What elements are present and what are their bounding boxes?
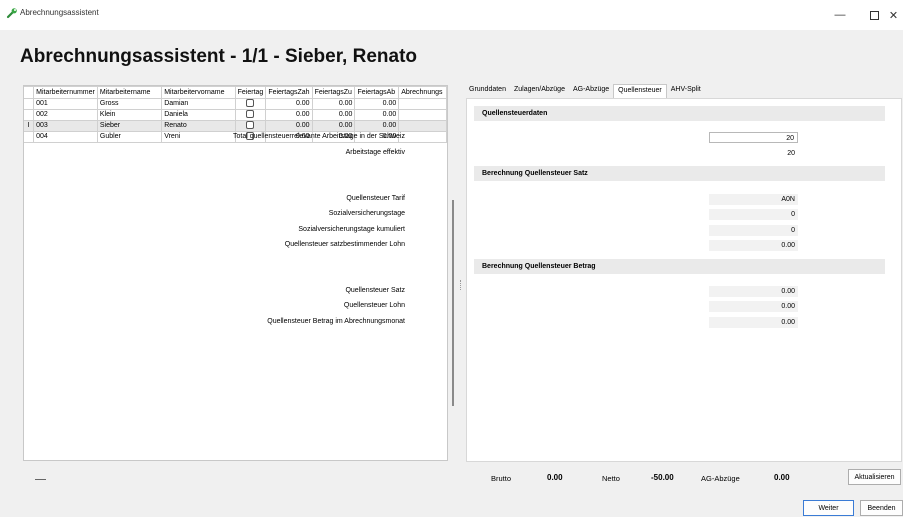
cell-mitarbeiternummer[interactable]: 003 — [33, 120, 98, 132]
betrag-abrechnungsmonat-value: 0.00 — [709, 317, 798, 328]
sozialversicherungstage-value: 0 — [709, 209, 798, 220]
column-header[interactable]: Abrechnungs — [398, 86, 447, 99]
cell-feiertagszu[interactable]: 0.00 — [311, 109, 356, 121]
column-header[interactable]: Mitarbeitervorname — [161, 86, 236, 99]
tab-grunddaten[interactable]: Grunddaten — [465, 84, 510, 98]
aktualisieren-button[interactable]: Aktualisieren — [848, 469, 901, 485]
brutto-value: 0.00 — [547, 473, 563, 482]
tab-ahv-split[interactable]: AHV-Split — [667, 84, 705, 98]
maximize-icon — [869, 10, 879, 20]
vertical-scrollbar[interactable] — [452, 200, 454, 406]
column-header[interactable]: FeiertagsZah — [265, 86, 313, 99]
splitter-handle[interactable] — [460, 280, 462, 290]
cell-feiertagszah[interactable]: 0.00 — [265, 120, 313, 132]
cell-feiertagszah[interactable]: 0.00 — [265, 98, 313, 110]
quellensteuer-tarif-value: A0N — [709, 194, 798, 205]
quellensteuer-panel — [466, 98, 902, 462]
cell-mitarbeiternummer[interactable]: 002 — [33, 109, 98, 121]
section-header-quellensteuerdaten: Quellensteuerdaten — [474, 106, 885, 121]
cell-abrechnung[interactable] — [398, 131, 447, 143]
tab-ag-abzuege[interactable]: AG-Abzüge — [569, 84, 613, 98]
minimize-button[interactable]: — — [823, 0, 857, 30]
row-indicator — [24, 109, 35, 121]
cell-feiertagsab[interactable]: 0.00 — [354, 120, 400, 132]
cell-mitarbeiternummer[interactable]: 004 — [33, 131, 98, 143]
tab-zulagen-abzuege[interactable]: Zulagen/Abzüge — [510, 84, 569, 98]
cell-feiertagszu[interactable]: 0.00 — [311, 98, 356, 110]
label-sozialversicherungstage: Sozialversicherungstage — [328, 210, 405, 217]
cell-feiertagsab[interactable]: 0.00 — [354, 109, 400, 121]
cell-feiertag — [234, 109, 267, 121]
total-arbeitstage-field[interactable]: 20 — [709, 132, 798, 143]
cell-mitarbeitervorname[interactable]: Damian — [161, 98, 236, 110]
quellensteuer-lohn-value: 0.00 — [709, 301, 798, 312]
row-indicator — [24, 131, 35, 143]
column-header[interactable]: FeiertagsAb — [354, 86, 400, 99]
feiertag-checkbox[interactable] — [246, 110, 255, 119]
label-sozialversicherungstage-kumuliert: Sozialversicherungstage kumuliert — [298, 226, 405, 233]
table-row-selected[interactable]: I 003 Sieber Renato 0.00 0.00 0.00 — [24, 120, 447, 132]
netto-value: -50.00 — [651, 473, 674, 482]
table-row[interactable]: 001 Gross Damian 0.00 0.00 0.00 — [24, 98, 447, 110]
page-title: Abrechnungsassistent - 1/1 - Sieber, Ren… — [20, 46, 417, 67]
cell-mitarbeitername[interactable]: Gross — [96, 98, 163, 110]
cell-abrechnung[interactable] — [398, 109, 447, 121]
grid-header-row: Mitarbeiternummer Mitarbeitername Mitarb… — [24, 86, 447, 99]
tab-bar: Grunddaten Zulagen/Abzüge AG-Abzüge Quel… — [465, 84, 705, 98]
arbeitstage-effektiv-value: 20 — [787, 150, 795, 157]
cell-mitarbeitervorname[interactable]: Daniela — [161, 109, 236, 121]
wrench-icon — [6, 8, 17, 19]
row-indicator: I — [24, 120, 35, 132]
feiertag-checkbox[interactable] — [246, 99, 255, 108]
feiertag-checkbox[interactable] — [246, 121, 255, 130]
cell-feiertag — [234, 98, 267, 110]
table-row[interactable]: 002 Klein Daniela 0.00 0.00 0.00 — [24, 109, 447, 121]
cell-mitarbeitername[interactable]: Klein — [96, 109, 163, 121]
window-title: Abrechnungsassistent — [20, 8, 99, 17]
label-quellensteuer-tarif: Quellensteuer Tarif — [346, 195, 405, 202]
tab-quellensteuer[interactable]: Quellensteuer — [613, 84, 667, 98]
quellensteuer-satz-value: 0.00 — [709, 286, 798, 297]
title-bar: Abrechnungsassistent — ✕ — [0, 0, 903, 30]
column-header[interactable]: FeiertagsZu — [311, 86, 356, 99]
cell-mitarbeitervorname[interactable]: Renato — [161, 120, 236, 132]
weiter-button[interactable]: Weiter — [803, 500, 854, 516]
cell-feiertagszu[interactable]: 0.00 — [311, 120, 356, 132]
cell-abrechnung[interactable] — [398, 98, 447, 110]
satzbestimmender-lohn-value: 0.00 — [709, 240, 798, 251]
brutto-label: Brutto — [491, 474, 512, 483]
row-indicator — [24, 98, 35, 110]
label-betrag-abrechnungsmonat: Quellensteuer Betrag im Abrechnungsmonat — [267, 318, 405, 325]
label-quellensteuer-satz: Quellensteuer Satz — [345, 287, 405, 294]
label-total-arbeitstage: Total quellensteuerrelevante Arbeitstage… — [233, 133, 405, 140]
column-header[interactable]: Mitarbeiternummer — [33, 86, 98, 99]
ag-abzuege-label: AG-Abzüge — [701, 474, 740, 483]
cell-feiertagsab[interactable]: 0.00 — [354, 98, 400, 110]
cell-abrechnung[interactable] — [398, 120, 447, 132]
cell-feiertag — [234, 120, 267, 132]
cell-mitarbeitername[interactable]: Sieber — [96, 120, 163, 132]
beenden-button[interactable]: Beenden — [860, 500, 903, 516]
label-quellensteuer-lohn: Quellensteuer Lohn — [343, 302, 405, 309]
sozialversicherungstage-kumuliert-value: 0 — [709, 225, 798, 236]
label-satzbestimmender-lohn: Quellensteuer satzbestimmender Lohn — [284, 241, 405, 248]
collapse-handle[interactable] — [35, 479, 46, 480]
column-header[interactable]: Mitarbeitername — [96, 86, 163, 99]
section-header-betrag: Berechnung Quellensteuer Betrag — [474, 259, 885, 274]
row-indicator-header — [24, 86, 35, 99]
netto-label: Netto — [602, 474, 620, 483]
close-button[interactable]: ✕ — [884, 0, 903, 30]
section-header-satz: Berechnung Quellensteuer Satz — [474, 166, 885, 181]
ag-abzuege-value: 0.00 — [774, 473, 790, 482]
column-header[interactable]: Feiertag — [234, 86, 267, 99]
cell-feiertagszah[interactable]: 0.00 — [265, 109, 313, 121]
cell-mitarbeiternummer[interactable]: 001 — [33, 98, 98, 110]
employee-grid[interactable]: Mitarbeiternummer Mitarbeitername Mitarb… — [23, 85, 448, 461]
label-arbeitstage-effektiv: Arbeitstage effektiv — [345, 149, 405, 156]
